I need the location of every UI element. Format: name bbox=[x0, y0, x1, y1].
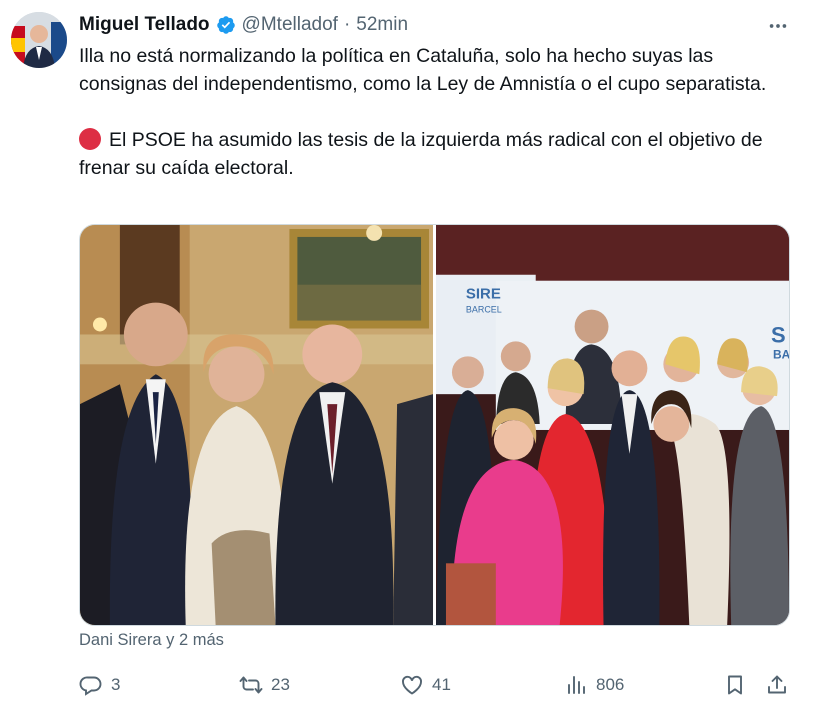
tagged-users[interactable]: Dani Sirera y 2 más bbox=[79, 631, 224, 650]
bookmark-icon bbox=[728, 675, 742, 695]
author-handle[interactable]: @Mtelladof bbox=[242, 14, 338, 36]
tweet-media[interactable]: SIRE BARCEL S BA bbox=[79, 224, 790, 626]
tweet-text: Illa no está normalizando la política en… bbox=[79, 42, 799, 182]
tweet-timestamp[interactable]: 52min bbox=[356, 14, 408, 36]
sign-left-text: SIRE bbox=[466, 286, 501, 303]
verified-badge-icon bbox=[216, 15, 236, 35]
reply-count: 3 bbox=[111, 675, 121, 694]
separator-dot: · bbox=[343, 14, 351, 35]
reply-button[interactable]: 3 bbox=[79, 670, 120, 700]
red-circle-emoji-icon bbox=[79, 128, 101, 150]
author-name[interactable]: Miguel Tellado bbox=[79, 14, 210, 36]
repost-icon bbox=[239, 676, 263, 694]
like-button[interactable]: 41 bbox=[400, 670, 451, 700]
reply-icon bbox=[79, 676, 102, 696]
sign-right-text: S bbox=[771, 322, 786, 347]
tweet-header: Miguel Tellado @Mtelladof · 52min bbox=[79, 12, 408, 38]
like-count: 41 bbox=[432, 675, 451, 694]
action-bar: 3 23 41 806 bbox=[79, 670, 792, 700]
author-avatar[interactable] bbox=[11, 12, 67, 68]
tweet-paragraph-1: Illa no está normalizando la política en… bbox=[79, 45, 767, 95]
bookmark-button[interactable] bbox=[723, 670, 747, 700]
sign-right-subtext: BA bbox=[773, 347, 789, 361]
share-button[interactable] bbox=[765, 670, 789, 700]
share-icon bbox=[768, 675, 786, 694]
photo-right[interactable]: SIRE BARCEL S BA bbox=[436, 225, 789, 625]
heart-icon bbox=[402, 675, 422, 695]
photo-left[interactable] bbox=[80, 225, 433, 625]
tweet-paragraph-2-wrapper: El PSOE ha asumido las tesis de la izqui… bbox=[79, 126, 799, 182]
sign-left-subtext: BARCEL bbox=[466, 305, 502, 315]
tweet-paragraph-2: El PSOE ha asumido las tesis de la izqui… bbox=[79, 129, 763, 179]
repost-button[interactable]: 23 bbox=[239, 670, 290, 700]
views-chart-icon bbox=[568, 676, 585, 694]
views-count: 806 bbox=[596, 675, 625, 694]
views-button[interactable]: 806 bbox=[564, 670, 624, 700]
more-options-icon[interactable] bbox=[766, 14, 790, 38]
repost-count: 23 bbox=[271, 675, 290, 694]
